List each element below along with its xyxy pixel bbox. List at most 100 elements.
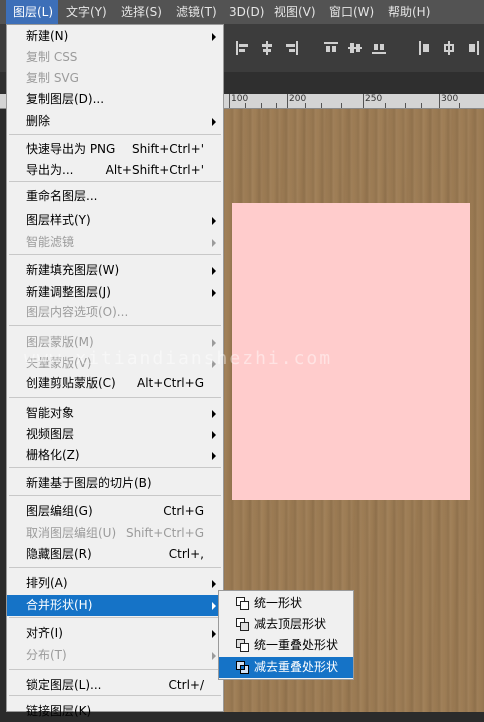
menu-item-shortcut: Ctrl+, xyxy=(168,547,204,561)
menu-window[interactable]: 窗口(W) xyxy=(329,0,374,24)
submenu-arrow-icon xyxy=(212,580,216,588)
menu-item-shortcut: Shift+Ctrl+' xyxy=(131,142,204,156)
menu-item-label: 删除 xyxy=(26,114,51,128)
menu-view[interactable]: 视图(V) xyxy=(274,0,316,24)
ruler-tick xyxy=(287,94,288,108)
menu-item-label: 新建调整图层(J) xyxy=(26,285,111,299)
distribute-vcenter-icon[interactable] xyxy=(348,41,362,55)
menu-item-label: 复制图层(D)... xyxy=(26,92,105,106)
menu-item-label: 图层内容选项(O)... xyxy=(26,305,129,319)
menu-layer[interactable]: 图层(L) xyxy=(6,0,58,24)
submenu-arrow-icon xyxy=(212,239,216,247)
menu-item-video-layers[interactable]: 视频图层 xyxy=(7,424,223,445)
intersect-shape-icon xyxy=(236,639,249,652)
menu-item-ungroup-layers: 取消图层编组(U) Shift+Ctrl+G xyxy=(7,523,223,544)
menu-item-shortcut: Ctrl+G xyxy=(163,504,204,518)
ruler-tick xyxy=(321,103,322,108)
submenu-arrow-icon xyxy=(212,602,216,610)
menu-item-combine-shapes[interactable]: 合并形状(H) xyxy=(7,595,223,616)
submenu-item-intersect-shape[interactable]: 统一重叠处形状 xyxy=(219,635,353,656)
subtract-front-shape-icon xyxy=(236,618,249,631)
submenu-item-label: 统一形状 xyxy=(254,596,303,610)
menu-item-label: 新建基于图层的切片(B) xyxy=(26,476,152,490)
submenu-item-exclude-overlap[interactable]: 减去重叠处形状 xyxy=(219,657,353,678)
align-center-icon[interactable] xyxy=(260,41,274,55)
ruler-tick xyxy=(421,103,422,108)
menu-item-new-layer-based-slice[interactable]: 新建基于图层的切片(B) xyxy=(7,473,223,494)
menu-item-delete[interactable]: 删除 xyxy=(7,111,223,132)
submenu-arrow-icon xyxy=(212,410,216,418)
menu-separator xyxy=(9,495,221,496)
menu-item-lock-layers[interactable]: 锁定图层(L)... Ctrl+/ xyxy=(7,675,223,696)
menu-item-label: 智能对象 xyxy=(26,406,75,420)
menu-filter[interactable]: 滤镜(T) xyxy=(176,0,217,24)
menu-separator xyxy=(9,669,221,670)
submenu-item-subtract-front-shape[interactable]: 减去顶层形状 xyxy=(219,614,353,635)
submenu-item-label: 统一重叠处形状 xyxy=(254,638,339,652)
menu-item-label: 重命名图层... xyxy=(26,189,98,203)
ruler-tick xyxy=(385,103,386,108)
submenu-arrow-icon xyxy=(212,289,216,297)
menu-item-create-clipping-mask[interactable]: 创建剪贴蒙版(C) Alt+Ctrl+G xyxy=(7,373,223,394)
menu-item-shortcut: Alt+Ctrl+G xyxy=(136,376,204,390)
menu-item-quick-export-png[interactable]: 快速导出为 PNG Shift+Ctrl+' xyxy=(7,139,223,160)
menu-item-layer-content-options: 图层内容选项(O)... xyxy=(7,302,223,323)
menu-item-label: 快速导出为 PNG xyxy=(26,142,116,156)
menu-item-duplicate-layer[interactable]: 复制图层(D)... xyxy=(7,89,223,110)
submenu-item-unite-shape[interactable]: 统一形状 xyxy=(219,593,353,614)
menu-item-label: 锁定图层(L)... xyxy=(26,678,102,692)
menu-item-new-adjustment-layer[interactable]: 新建调整图层(J) xyxy=(7,282,223,303)
menu-item-new-fill-layer[interactable]: 新建填充图层(W) xyxy=(7,260,223,281)
distribute-bottom-icon[interactable] xyxy=(372,41,386,55)
submenu-arrow-icon xyxy=(212,452,216,460)
submenu-arrow-icon xyxy=(212,118,216,126)
menu-item-hide-layers[interactable]: 隐藏图层(R) Ctrl+, xyxy=(7,544,223,565)
ruler-tick xyxy=(459,103,460,108)
submenu-arrow-icon xyxy=(212,339,216,347)
menu-item-label: 视频图层 xyxy=(26,427,75,441)
menu-item-align[interactable]: 对齐(I) xyxy=(7,623,223,644)
menu-item-export-as[interactable]: 导出为... Alt+Shift+Ctrl+' xyxy=(7,160,223,181)
menu-separator xyxy=(9,397,221,398)
distribute-right-icon[interactable] xyxy=(466,41,480,55)
menu-select[interactable]: 选择(S) xyxy=(121,0,162,24)
menu-item-smart-filter: 智能滤镜 xyxy=(7,232,223,253)
menu-item-rasterize[interactable]: 栅格化(Z) xyxy=(7,445,223,466)
menu-item-new[interactable]: 新建(N) xyxy=(7,26,223,47)
menu-item-shortcut: Alt+Shift+Ctrl+' xyxy=(105,163,204,177)
distribute-top-icon[interactable] xyxy=(324,41,338,55)
menu-separator xyxy=(9,181,221,182)
menu-item-label: 取消图层编组(U) xyxy=(26,526,117,540)
align-left-icon[interactable] xyxy=(236,41,250,55)
menu-item-distribute: 分布(T) xyxy=(7,645,223,666)
submenu-arrow-icon xyxy=(212,217,216,225)
distribute-hcenter-icon[interactable] xyxy=(442,41,456,55)
menu-item-group-layers[interactable]: 图层编组(G) Ctrl+G xyxy=(7,501,223,522)
align-right-icon[interactable] xyxy=(284,41,298,55)
menu-item-label: 智能滤镜 xyxy=(26,235,75,249)
menu-item-layer-style[interactable]: 图层样式(Y) xyxy=(7,210,223,231)
ruler-tick xyxy=(405,103,406,108)
menu-item-shortcut: Shift+Ctrl+G xyxy=(125,526,204,540)
menu-3d[interactable]: 3D(D) xyxy=(229,0,264,24)
ruler-tick xyxy=(363,94,364,108)
distribute-left-icon[interactable] xyxy=(418,41,432,55)
menu-type[interactable]: 文字(Y) xyxy=(66,0,107,24)
menu-item-label: 图层样式(Y) xyxy=(26,213,91,227)
menu-item-label: 图层编组(G) xyxy=(26,504,93,518)
ruler-tick xyxy=(276,103,277,108)
menu-help[interactable]: 帮助(H) xyxy=(388,0,430,24)
merge-shapes-submenu: 统一形状减去顶层形状统一重叠处形状减去重叠处形状 xyxy=(218,590,354,680)
menu-separator xyxy=(9,325,221,326)
watermark-text: www.xitiandianshezhi.com xyxy=(24,348,333,369)
menu-item-copy-svg: 复制 SVG xyxy=(7,68,223,89)
menu-item-rename-layer[interactable]: 重命名图层... xyxy=(7,186,223,207)
menu-item-label: 新建(N) xyxy=(26,29,69,43)
ruler-tick xyxy=(439,94,440,108)
menu-item-label: 创建剪贴蒙版(C) xyxy=(26,376,116,390)
menu-item-smart-objects[interactable]: 智能对象 xyxy=(7,403,223,424)
menu-separator xyxy=(9,617,221,618)
menu-item-arrange[interactable]: 排列(A) xyxy=(7,573,223,594)
menu-separator xyxy=(9,467,221,468)
menu-item-label: 合并形状(H) xyxy=(26,598,93,612)
